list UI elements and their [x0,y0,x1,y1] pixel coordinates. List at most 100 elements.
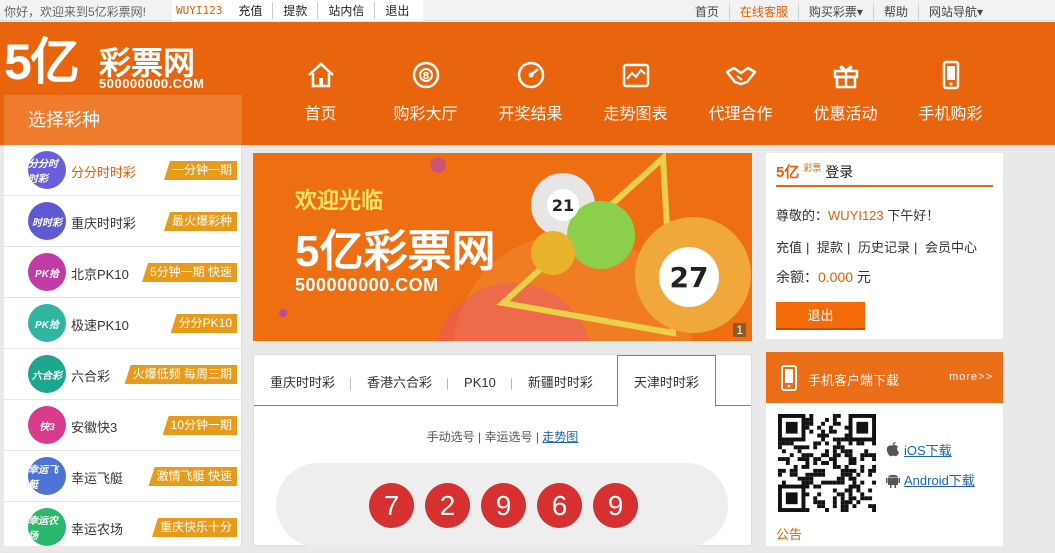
lottery-name: 幸运农场 [71,522,124,537]
android-download-link[interactable]: Android下载 [886,470,975,491]
nav-label: 走势图表 [603,106,668,123]
lucky-pick-link[interactable]: 幸运选号 [484,430,532,444]
nav-label: 开奖结果 [498,106,563,123]
banner-page-indicator[interactable]: 1 [733,323,746,337]
ios-download-link[interactable]: iOS下载 [886,440,952,461]
lottery-badge-icon: 幸运农场 [28,508,66,546]
lottery-item[interactable]: 分分时时彩 分分时时彩 一分钟一期 [4,145,241,196]
tab-lottery[interactable]: 新疆时时彩 [512,355,609,405]
tab-lottery[interactable]: PK10 [448,355,512,405]
trend-chart-icon [583,58,688,92]
nav-draw-results[interactable]: 开奖结果 [478,58,583,124]
lottery-item[interactable]: PK拾 北京PK10 5分钟一期 快速 [4,247,241,298]
tab-label: 天津时时彩 [633,375,699,390]
help-link[interactable]: 帮助 [872,3,918,20]
greeting-suffix: 下午好！ [883,208,940,223]
greeting-line: 尊敬的：WUYI123 下午好！ [776,205,939,224]
top-withdraw-link[interactable]: 提款 [272,2,317,19]
qr-code [778,414,876,512]
manual-pick-link[interactable]: 手动选号 [427,430,475,444]
online-service-link[interactable]: 在线客服 [728,3,798,20]
mini-logo-tag: 彩票 [803,163,822,173]
top-logout-link[interactable]: 退出 [374,2,419,19]
nav-trend-charts[interactable]: 走势图表 [583,58,688,124]
balance-value: 0.000 [818,269,854,285]
nav-home[interactable]: 首页 [268,58,373,124]
house-icon [268,58,373,92]
trend-chart-link[interactable]: 走势图 [542,430,578,444]
top-home-link[interactable]: 首页 [685,3,729,20]
lottery-tag: 分分PK10 [170,314,237,333]
account-links: 充值 | 提款 | 历史记录 | 会员中心 [776,237,981,256]
withdraw-link[interactable]: 提款 [813,240,847,255]
nav-label: 首页 [304,106,337,123]
lottery-ball-icon: 8 [373,58,478,92]
lottery-item[interactable]: 幸运农场 幸运农场 重庆快乐十分 [4,502,241,553]
recharge-link[interactable]: 充值 [776,240,806,255]
draw-number-ball: 9 [593,483,638,528]
lottery-badge-icon: 六合彩 [28,355,66,393]
lottery-tag: 10分钟一期 [162,416,237,435]
notice-title[interactable]: 公告 [776,524,802,543]
lottery-list: 分分时时彩 分分时时彩 一分钟一期 时时彩 重庆时时彩 最火爆彩种 PK拾 北京PK10 5分钟… [4,145,242,553]
draw-number-ball: 7 [369,483,414,528]
top-recharge-link[interactable]: 充值 [234,2,272,19]
nav-agent[interactable]: 代理合作 [688,58,793,124]
user-box: WUYI123 充值 提款 站内信 退出 [172,0,424,21]
draw-panel: 重庆时时彩 香港六合彩 PK10 新疆时时彩 天津时时彩 手动选号 | 幸运选号 | 走… [253,354,752,547]
lottery-item[interactable]: 六合彩 六合彩 火爆低频 每周三期 [4,349,241,400]
tab-label: PK10 [464,375,496,390]
buy-lottery-menu[interactable]: 购买彩票▾ [797,3,873,20]
welcome-text: 你好，欢迎来到5亿彩票网! [4,5,147,19]
site-nav-menu[interactable]: 网站导航▾ [917,3,993,20]
download-panel: 手机客户端下载 more>> iOS下载 Android下载 公告 [766,352,1003,546]
top-right-menu: 首页 在线客服 购买彩票▾ 帮助 网站导航▾ [685,3,993,20]
lottery-item[interactable]: 时时彩 重庆时时彩 最火爆彩种 [4,196,241,247]
mobile-phone-icon [898,58,1003,92]
greeting-username: WUYI123 [828,208,884,223]
banner-title: 5亿彩票网 [295,227,496,276]
tab-label: 新疆时时彩 [527,375,593,390]
lottery-badge-icon: 快3 [28,406,66,444]
lottery-name: 分分时时彩 [71,165,137,180]
download-more-link[interactable]: more>> [949,371,993,383]
apple-icon [886,441,900,461]
download-title: 手机客户端下载 [808,373,900,388]
member-center-link[interactable]: 会员中心 [921,240,981,255]
android-icon [886,472,900,491]
nav-label: 代理合作 [708,106,773,123]
lottery-item[interactable]: 快3 安徽快3 10分钟一期 [4,400,241,451]
lottery-tag: 火爆低频 每周三期 [124,365,237,384]
site-logo[interactable]: 5亿 彩票网 500000000.COM [4,36,244,96]
lottery-item[interactable]: 幸运飞艇 幸运飞艇 激情飞艇 快速 [4,451,241,502]
draw-number-ball: 9 [481,483,526,528]
nav-mobile[interactable]: 手机购彩 [898,58,1003,124]
lottery-name: 北京PK10 [71,267,129,282]
greeting-prefix: 尊敬的： [776,208,829,223]
ios-download-label: iOS下载 [904,443,952,458]
lottery-tag: 一分钟一期 [163,161,237,180]
lottery-name: 极速PK10 [71,318,129,333]
tab-lottery[interactable]: 天津时时彩 [616,355,716,407]
handshake-icon [688,58,793,92]
nav-promotions[interactable]: 优惠活动 [793,58,898,124]
welcome-banner[interactable]: 21 27 欢迎光临 5亿彩票网 500000000.COM 1 [253,153,752,341]
mini-logo: 5亿 [776,164,800,181]
header: 5亿 彩票网 500000000.COM 首页 8 购彩大厅 开奖结果 走势图表… [0,22,1055,145]
banner-greeting: 欢迎光临 [295,188,384,213]
logout-button[interactable]: 退出 [776,302,865,330]
balance-line: 余额：0.000 元 [776,267,871,287]
lottery-tag: 最火爆彩种 [163,212,237,231]
nav-lottery-hall[interactable]: 8 购彩大厅 [373,58,478,124]
history-link[interactable]: 历史记录 [854,240,914,255]
banner-ball-number: 21 [552,196,574,215]
lottery-ball-decor [531,231,575,275]
lottery-item[interactable]: PK拾 极速PK10 分分PK10 [4,298,241,349]
tab-lottery[interactable]: 重庆时时彩 [254,355,352,405]
pick-options: 手动选号 | 幸运选号 | 走势图 [426,430,579,444]
top-messages-link[interactable]: 站内信 [317,2,374,19]
android-download-label: Android下载 [904,473,975,488]
tab-label: 香港六合彩 [367,375,433,390]
balance-unit: 元 [853,269,871,285]
tab-lottery[interactable]: 香港六合彩 [351,355,449,405]
